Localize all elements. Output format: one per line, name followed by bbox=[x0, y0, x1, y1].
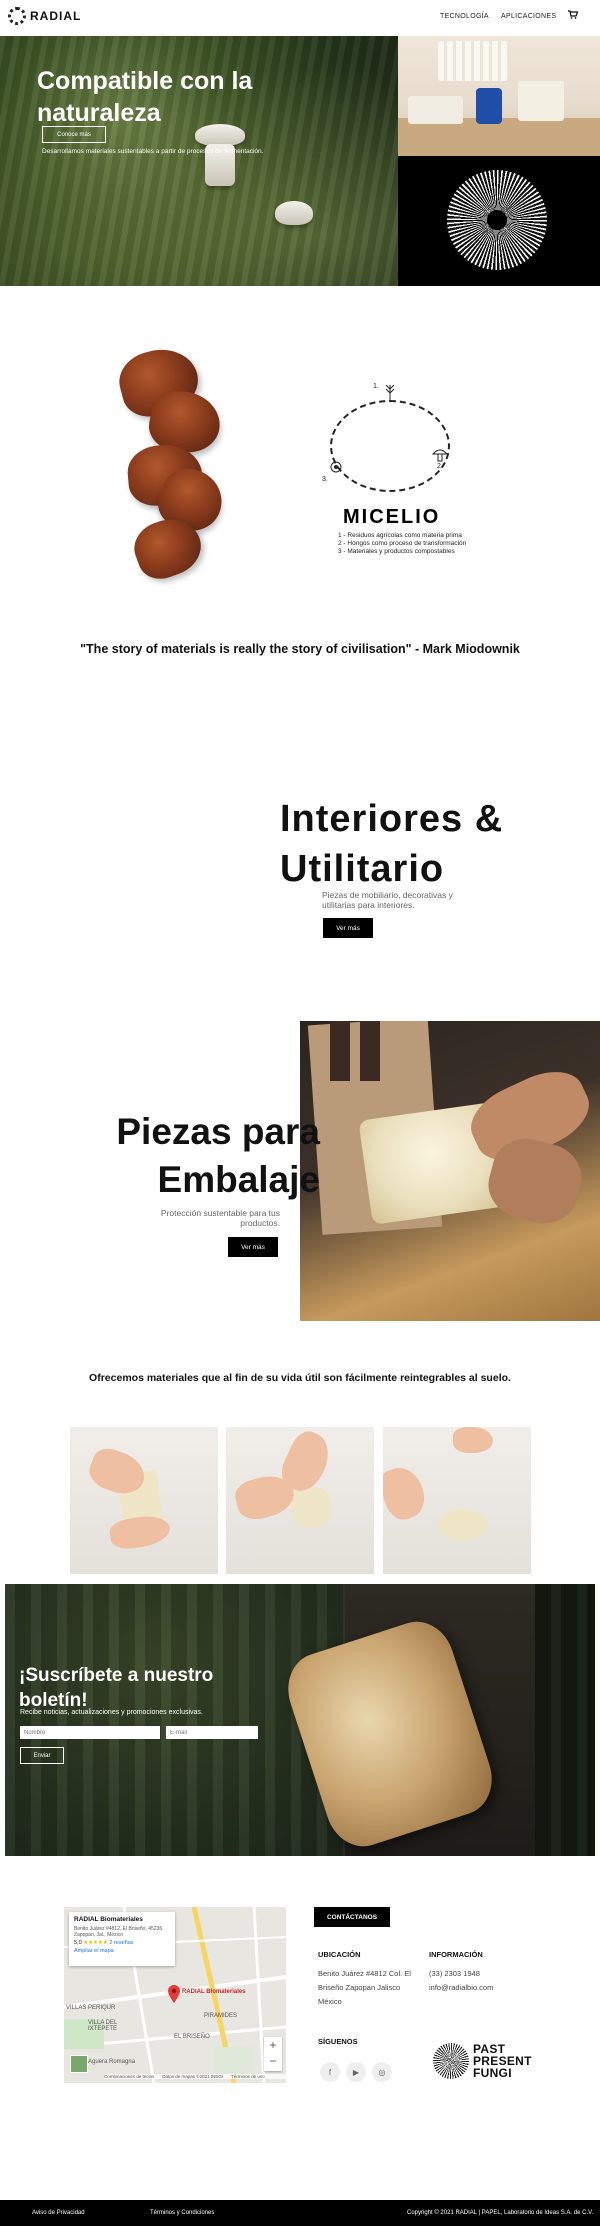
email-input[interactable] bbox=[166, 1726, 258, 1739]
name-input[interactable] bbox=[20, 1726, 160, 1739]
map-zoom-control[interactable]: + − bbox=[264, 2037, 282, 2071]
map-attribution-item: Datos de mapas ©2021 INEGI bbox=[162, 2074, 224, 2079]
hero-title: Compatible con la naturaleza bbox=[37, 67, 253, 127]
mushroom-icon bbox=[432, 449, 448, 462]
site-header: RADIAL TECNOLOGÍA APLICACIONES bbox=[0, 0, 600, 36]
map-rating: 5,0 bbox=[74, 1940, 82, 1946]
facebook-icon[interactable]: f bbox=[320, 2062, 340, 2082]
cycle-label-3: 3. bbox=[322, 476, 328, 483]
hand-photo-2 bbox=[226, 1427, 374, 1574]
micelio-list-item: 1 - Residuos agrícolas como materia prim… bbox=[338, 532, 462, 539]
map-store-label: Aguera Romagna bbox=[88, 2059, 136, 2065]
hand-photo-3 bbox=[383, 1427, 531, 1574]
micelio-list-item: 2 - Hongos como proceso de transformació… bbox=[338, 540, 467, 547]
past-present-fungi-logo[interactable]: PAST PRESENT FUNGI bbox=[433, 2043, 532, 2079]
micelio-list-item: 3 - Materiales y productos compostables bbox=[338, 548, 455, 555]
ppf-logo-text: PAST PRESENT FUNGI bbox=[473, 2043, 532, 2079]
logo-text: RADIAL bbox=[30, 9, 82, 23]
cycle-label-1: 1. bbox=[373, 383, 379, 390]
crumbs-shape bbox=[438, 1509, 488, 1541]
hand-shape bbox=[383, 1461, 431, 1525]
interiores-title-line2: Utilitario bbox=[280, 848, 445, 890]
email-link[interactable]: info@radialbio.com bbox=[429, 1981, 493, 1995]
blue-jug-shape bbox=[476, 88, 502, 124]
hand-shape-2 bbox=[453, 1427, 493, 1453]
embalaje-subtitle: Protección sustentable para tus producto… bbox=[160, 1208, 280, 1228]
radial-logo-icon bbox=[8, 7, 26, 25]
interiores-subtitle: Piezas de mobiliario, decorativas y util… bbox=[322, 890, 453, 910]
embalaje-image bbox=[300, 1021, 600, 1321]
spore-print-shape bbox=[447, 170, 547, 270]
nav-tecnologia[interactable]: TECNOLOGÍA bbox=[440, 13, 489, 20]
product-table-image bbox=[398, 36, 600, 156]
map-reviews-link[interactable]: 2 reseñas bbox=[109, 1940, 133, 1946]
box-print-shape bbox=[330, 1021, 350, 1081]
cart-icon[interactable] bbox=[568, 10, 578, 19]
ubicacion-address: Benito Juárez #4812 Col. El Briseño Zapo… bbox=[318, 1969, 411, 2006]
panel-shape-2 bbox=[518, 81, 564, 121]
crumbled-block-shape bbox=[291, 1487, 331, 1527]
newsletter-title: ¡Suscríbete a nuestro boletín! bbox=[19, 1665, 214, 1711]
phone-number[interactable]: (33) 2303 1948 bbox=[429, 1967, 480, 1981]
tray-shape bbox=[408, 96, 463, 124]
map-info-card: RADIAL Biomateriales Benito Juárez #4812… bbox=[69, 1912, 175, 1966]
interiores-ver-mas-button[interactable]: Ver más bbox=[323, 918, 373, 938]
youtube-icon[interactable]: ▶ bbox=[346, 2062, 366, 2082]
newsletter-submit-button[interactable]: Enviar bbox=[20, 1747, 64, 1764]
quote-text: "The story of materials is really the st… bbox=[80, 642, 520, 656]
map-address: Benito Juárez #4812, El Briseño, 45236 Z… bbox=[74, 1926, 163, 1938]
instagram-icon[interactable]: ◎ bbox=[372, 2062, 392, 2082]
map-enlarge-link[interactable]: Ampliar el mapa bbox=[74, 1948, 170, 1954]
wheat-icon bbox=[385, 384, 395, 401]
embalaje-title-line1: Piezas para bbox=[116, 1111, 320, 1152]
mycelium-image bbox=[398, 156, 600, 286]
map-attribution-item[interactable]: Términos de uso bbox=[231, 2074, 265, 2079]
siguenos-heading: SÍGUENOS bbox=[318, 2037, 358, 2046]
ppf-line: FUNGI bbox=[473, 2066, 512, 2080]
informacion-heading: INFORMACIÓN bbox=[429, 1950, 483, 1959]
interiores-title-line1: Interiores & bbox=[280, 798, 504, 840]
hero-subtitle: Desarrollamos materiales sustentables a … bbox=[42, 148, 264, 155]
cycle-label-2: 2. bbox=[437, 463, 443, 470]
map-attribution: Combinaciones de teclas Datos de mapas ©… bbox=[104, 2074, 286, 2079]
brand-logo[interactable]: RADIAL bbox=[8, 7, 81, 25]
spore-icon bbox=[330, 461, 342, 473]
map-pin-icon[interactable] bbox=[168, 1985, 180, 2003]
terms-link[interactable]: Términos y Condiciones bbox=[150, 2210, 214, 2216]
map-rating-row: 5,0 ★★★★★ 2 reseñas bbox=[74, 1940, 170, 1946]
embalaje-ver-mas-button[interactable]: Ver más bbox=[228, 1237, 278, 1257]
newsletter-subtitle: Recibe noticias, actualizaciones y promo… bbox=[20, 1709, 203, 1716]
map-place-name: RADIAL Biomateriales bbox=[74, 1916, 143, 1923]
map-street-label: VILLAS PERIQUR bbox=[66, 2005, 116, 2011]
contact-button[interactable]: CONTÁCTANOS bbox=[314, 1907, 390, 1927]
site-footer: Aviso de Privacidad Términos y Condicion… bbox=[0, 2200, 600, 2226]
micelio-title: MICELIO bbox=[343, 506, 441, 528]
panel-shape bbox=[438, 41, 508, 81]
privacy-link[interactable]: Aviso de Privacidad bbox=[32, 2210, 85, 2216]
hand-photo-1 bbox=[70, 1427, 218, 1574]
zoom-in-icon[interactable]: + bbox=[264, 2037, 282, 2053]
ubicacion-heading: UBICACIÓN bbox=[318, 1950, 361, 1959]
map-street-label: VILLA DEL IXTEPETE bbox=[88, 2020, 118, 2032]
ppf-logo-icon bbox=[433, 2043, 469, 2079]
hero-cta-button[interactable]: Conoce más bbox=[42, 126, 106, 143]
google-map[interactable]: RADIAL Biomateriales VILLAS PERIQUR VILL… bbox=[64, 1907, 286, 2083]
zoom-out-icon[interactable]: − bbox=[264, 2053, 282, 2069]
interiores-title: Interiores & Utilitario bbox=[280, 794, 503, 894]
reintegrable-text: Ofrecemos materiales que al fin de su vi… bbox=[89, 1372, 511, 1384]
nav-aplicaciones[interactable]: APLICACIONES bbox=[501, 13, 556, 20]
embalaje-title-line2: Embalaje bbox=[157, 1159, 320, 1200]
map-street-label: EL BRISEÑO bbox=[174, 2034, 210, 2040]
map-pin-label: RADIAL Biomateriales bbox=[182, 1989, 246, 1995]
micelio-list: 1 - Residuos agrícolas como materia prim… bbox=[338, 532, 466, 556]
map-attribution-item[interactable]: Combinaciones de teclas bbox=[104, 2074, 154, 2079]
box-print-shape-2 bbox=[360, 1021, 380, 1081]
star-icon: ★★★★★ bbox=[83, 1940, 108, 1946]
fungus-piece bbox=[275, 201, 313, 225]
embalaje-title: Piezas para Embalaje bbox=[74, 1108, 320, 1204]
copyright-text: Copyright © 2021 RADIAL | PAPEL, Laborat… bbox=[407, 2210, 594, 2216]
map-street-label: PIRAMIDES bbox=[204, 2013, 238, 2019]
newsletter-background-image bbox=[5, 1584, 595, 1856]
map-satellite-thumbnail[interactable] bbox=[70, 2055, 88, 2073]
